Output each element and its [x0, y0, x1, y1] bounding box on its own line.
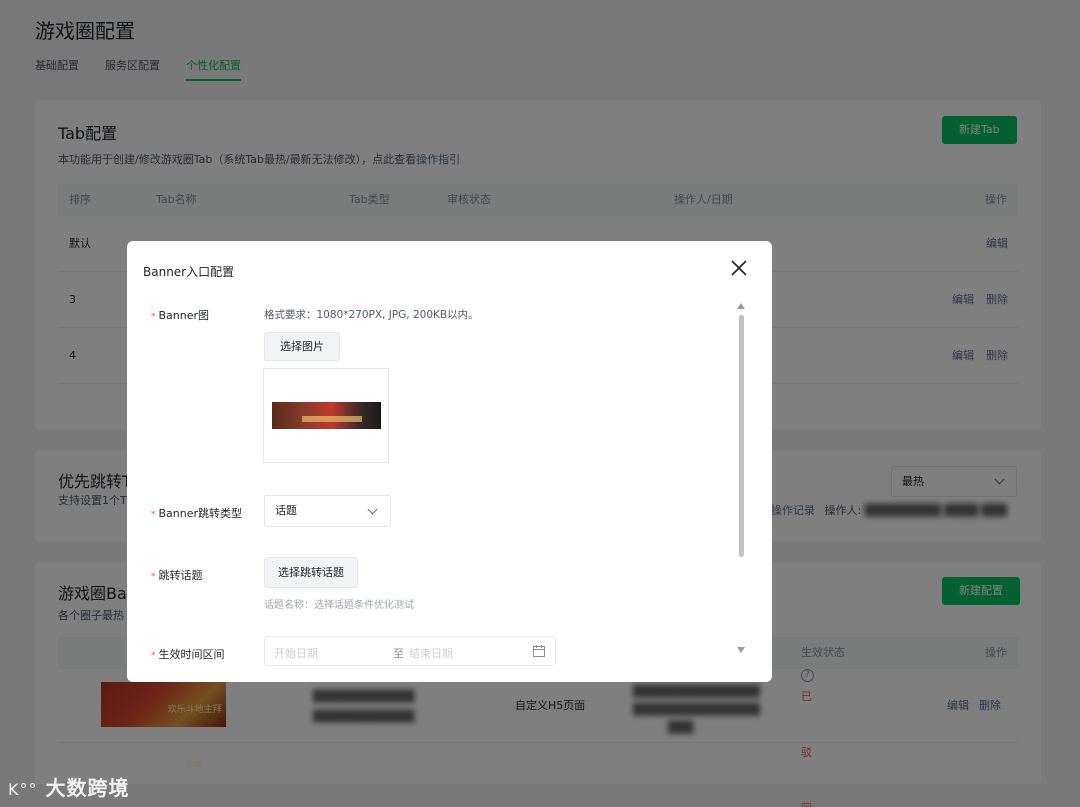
date-range-picker[interactable]: 开始日期 至 结束日期 — [264, 636, 556, 666]
scroll-thumb[interactable] — [739, 315, 744, 557]
range-separator: 至 — [393, 647, 404, 660]
modal-title: Banner入口配置 — [143, 265, 235, 279]
banner-image-label: * Banner图 — [151, 309, 210, 322]
close-icon[interactable] — [730, 259, 748, 277]
scroll-up-arrow[interactable] — [737, 303, 745, 309]
start-date-input[interactable]: 开始日期 — [274, 645, 318, 661]
watermark-logo: K°° 大数跨境 — [8, 772, 129, 801]
watermark-text: 大数跨境 — [45, 776, 130, 800]
choose-image-button[interactable]: 选择图片 — [264, 332, 340, 361]
end-date-input[interactable]: 结束日期 — [409, 645, 453, 661]
banner-format-hint: 格式要求：1080*270PX, JPG, 200KB以内。 — [264, 309, 479, 321]
jump-type-label: * Banner跳转类型 — [151, 507, 243, 520]
watermark-icon: K°° — [8, 780, 38, 799]
banner-preview — [263, 368, 389, 463]
modal-scrollbar[interactable] — [737, 301, 745, 656]
choose-topic-button[interactable]: 选择跳转话题 — [264, 557, 358, 588]
chevron-down-icon — [367, 504, 378, 515]
jump-type-select[interactable]: 话题 — [264, 495, 391, 527]
time-range-label: * 生效时间区间 — [151, 648, 225, 661]
calendar-icon — [533, 645, 545, 657]
scroll-down-arrow[interactable] — [737, 647, 745, 653]
banner-entry-modal: Banner入口配置 * Banner图 格式要求：1080*270PX, JPG… — [127, 241, 772, 682]
banner-preview-image — [272, 402, 381, 429]
topic-name-hint: 话题名称：选择话题条件优化测试 — [264, 600, 414, 611]
jump-type-value: 话题 — [275, 504, 297, 517]
jump-topic-label: * 跳转话题 — [151, 569, 203, 582]
